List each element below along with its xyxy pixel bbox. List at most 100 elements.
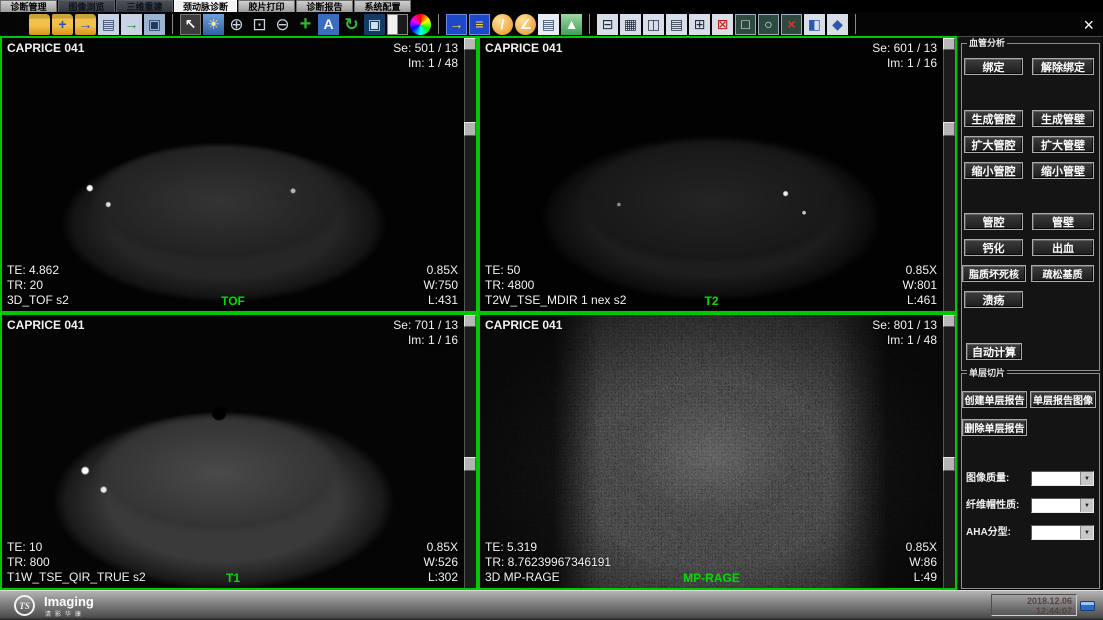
- create-wall-button[interactable]: 生成管壁: [1032, 110, 1094, 127]
- layout-delete-icon[interactable]: ⊠: [712, 14, 733, 35]
- pointer-icon[interactable]: ↖: [180, 14, 201, 35]
- loose-matrix-button[interactable]: 疏松基质: [1031, 265, 1094, 282]
- open-folder-add-icon[interactable]: +: [52, 14, 73, 35]
- patient-id: CAPRICE 041: [7, 318, 84, 333]
- capture-icon[interactable]: ◆: [827, 14, 848, 35]
- te-value: TE: 10: [7, 540, 146, 555]
- viewport-grid: CAPRICE 041 Se: 501 / 13 Im: 1 / 48 TE: …: [0, 36, 957, 590]
- scrollbar-thumb[interactable]: [943, 122, 955, 136]
- open-folder-import-icon[interactable]: →: [75, 14, 96, 35]
- expand-lumen-button[interactable]: 扩大管腔: [964, 136, 1023, 153]
- zoom-in-icon[interactable]: ⊕: [226, 14, 247, 35]
- archive-icon[interactable]: ▣: [144, 14, 165, 35]
- tab-system-config[interactable]: 系统配置: [354, 0, 411, 12]
- viewport-scrollbar[interactable]: [464, 315, 476, 588]
- sequence-label: TOF: [2, 294, 464, 308]
- patient-id: CAPRICE 041: [485, 318, 562, 333]
- annotation-icon[interactable]: A: [318, 14, 339, 35]
- refresh-icon[interactable]: ↻: [341, 14, 362, 35]
- measure-icon[interactable]: /: [492, 14, 513, 35]
- fit-screen-icon[interactable]: ▣: [364, 14, 385, 35]
- viewport-t1[interactable]: CAPRICE 041 Se: 701 / 13 Im: 1 / 16 TE: …: [0, 313, 478, 590]
- scrollbar-button[interactable]: [943, 38, 955, 50]
- roi-delete-icon[interactable]: ×: [781, 14, 802, 35]
- image-number: Im: 1 / 16: [872, 56, 937, 71]
- slice-report-image-button[interactable]: 单层报告图像: [1030, 391, 1096, 408]
- save-image-icon[interactable]: ▲: [561, 14, 582, 35]
- bind-button[interactable]: 绑定: [964, 58, 1023, 75]
- sequence-label: MP-RAGE: [480, 571, 943, 585]
- tab-3d-reconstruction[interactable]: 三维重建: [116, 0, 173, 12]
- hemorrhage-button[interactable]: 出血: [1032, 239, 1094, 256]
- compare-icon[interactable]: ◧: [804, 14, 825, 35]
- dropdown-arrow-icon[interactable]: [1080, 499, 1093, 512]
- zoom-region-icon[interactable]: ⊡: [249, 14, 270, 35]
- auto-calculate-button[interactable]: 自动计算: [966, 343, 1022, 360]
- viewport-scrollbar[interactable]: [943, 38, 955, 311]
- lumen-button[interactable]: 管腔: [964, 213, 1023, 230]
- scrollbar-button[interactable]: [943, 315, 955, 327]
- aha-type-select[interactable]: [1031, 525, 1094, 540]
- shrink-lumen-button[interactable]: 缩小管腔: [964, 162, 1023, 179]
- layout-edit-icon[interactable]: ▦: [620, 14, 641, 35]
- layout-2x2-icon[interactable]: ⊞: [689, 14, 710, 35]
- dropdown-arrow-icon[interactable]: [1080, 526, 1093, 539]
- angle-icon[interactable]: ∠: [515, 14, 536, 35]
- export-send-icon[interactable]: →: [121, 14, 142, 35]
- scrollbar-thumb[interactable]: [464, 457, 476, 471]
- close-icon[interactable]: ×: [1083, 17, 1094, 33]
- viewport-scrollbar[interactable]: [943, 315, 955, 588]
- create-lumen-button[interactable]: 生成管腔: [964, 110, 1023, 127]
- shrink-wall-button[interactable]: 缩小管壁: [1032, 162, 1094, 179]
- tab-carotid-diagnosis[interactable]: 颈动脉诊断: [174, 0, 237, 12]
- tab-diagnosis-management[interactable]: 诊断管理: [0, 0, 57, 12]
- time-value: 12:44:07: [992, 606, 1072, 616]
- roi-ellipse-icon[interactable]: ○: [758, 14, 779, 35]
- scrollbar-button[interactable]: [464, 315, 476, 327]
- ulcer-button[interactable]: 溃疡: [964, 291, 1023, 308]
- roi-rect-icon[interactable]: □: [735, 14, 756, 35]
- layout-single-icon[interactable]: ⊟: [597, 14, 618, 35]
- tab-film-print[interactable]: 胶片打印: [238, 0, 295, 12]
- logo-subtitle: 清影华康: [45, 609, 85, 618]
- toolbar-separator: [438, 14, 439, 34]
- fibrous-cap-select[interactable]: [1031, 498, 1094, 513]
- delete-slice-report-button[interactable]: 删除单层报告: [962, 419, 1027, 436]
- window-level-icon[interactable]: ☀: [203, 14, 224, 35]
- status-bar: TS Imaging 清影华康 2018.12.06 12:44:07: [0, 590, 1103, 620]
- invert-icon[interactable]: [387, 14, 408, 35]
- report-copy-icon[interactable]: ▤: [538, 14, 559, 35]
- series-info: Se: 701 / 13 Im: 1 / 16: [393, 318, 458, 348]
- series-info: Se: 801 / 13 Im: 1 / 48: [872, 318, 937, 348]
- scrollbar-thumb[interactable]: [943, 457, 955, 471]
- palette-icon[interactable]: [410, 14, 431, 35]
- layout-2row-icon[interactable]: ▤: [666, 14, 687, 35]
- analysis-sidebar: 血管分析 绑定 解除绑定 生成管腔 生成管壁 扩大管腔 扩大管壁 缩小管腔 缩小…: [957, 36, 1103, 590]
- create-slice-report-button[interactable]: 创建单层报告: [962, 391, 1027, 408]
- tab-image-browse[interactable]: 图像浏览: [58, 0, 115, 12]
- dropdown-arrow-icon[interactable]: [1080, 472, 1093, 485]
- image-quality-select[interactable]: [1031, 471, 1094, 486]
- layout-2col-icon[interactable]: ◫: [643, 14, 664, 35]
- open-folder-icon[interactable]: [29, 14, 50, 35]
- viewport-tof[interactable]: CAPRICE 041 Se: 501 / 13 Im: 1 / 48 TE: …: [0, 36, 478, 313]
- zoom-out-icon[interactable]: ⊖: [272, 14, 293, 35]
- unbind-button[interactable]: 解除绑定: [1032, 58, 1094, 75]
- tab-diagnosis-report[interactable]: 诊断报告: [296, 0, 353, 12]
- browse-list-icon[interactable]: ▤: [98, 14, 119, 35]
- wall-button[interactable]: 管壁: [1032, 213, 1094, 230]
- expand-wall-button[interactable]: 扩大管壁: [1032, 136, 1094, 153]
- calcification-button[interactable]: 钙化: [964, 239, 1023, 256]
- viewport-mprage[interactable]: CAPRICE 041 Se: 801 / 13 Im: 1 / 48 TE: …: [478, 313, 957, 590]
- scrollbar-button[interactable]: [464, 38, 476, 50]
- viewport-t2[interactable]: CAPRICE 041 Se: 601 / 13 Im: 1 / 16 TE: …: [478, 36, 957, 313]
- pan-icon[interactable]: +: [295, 14, 316, 35]
- datetime-display: 2018.12.06 12:44:07: [991, 594, 1077, 616]
- toolbar-separator: [589, 14, 590, 34]
- viewport-scrollbar[interactable]: [464, 38, 476, 311]
- single-slice-group-title: 单层切片: [967, 368, 1007, 378]
- lipid-necrotic-core-button[interactable]: 脂质坏死核: [962, 265, 1026, 282]
- cine-import-icon[interactable]: →: [446, 14, 467, 35]
- film-compose-icon[interactable]: ≡: [469, 14, 490, 35]
- scrollbar-thumb[interactable]: [464, 122, 476, 136]
